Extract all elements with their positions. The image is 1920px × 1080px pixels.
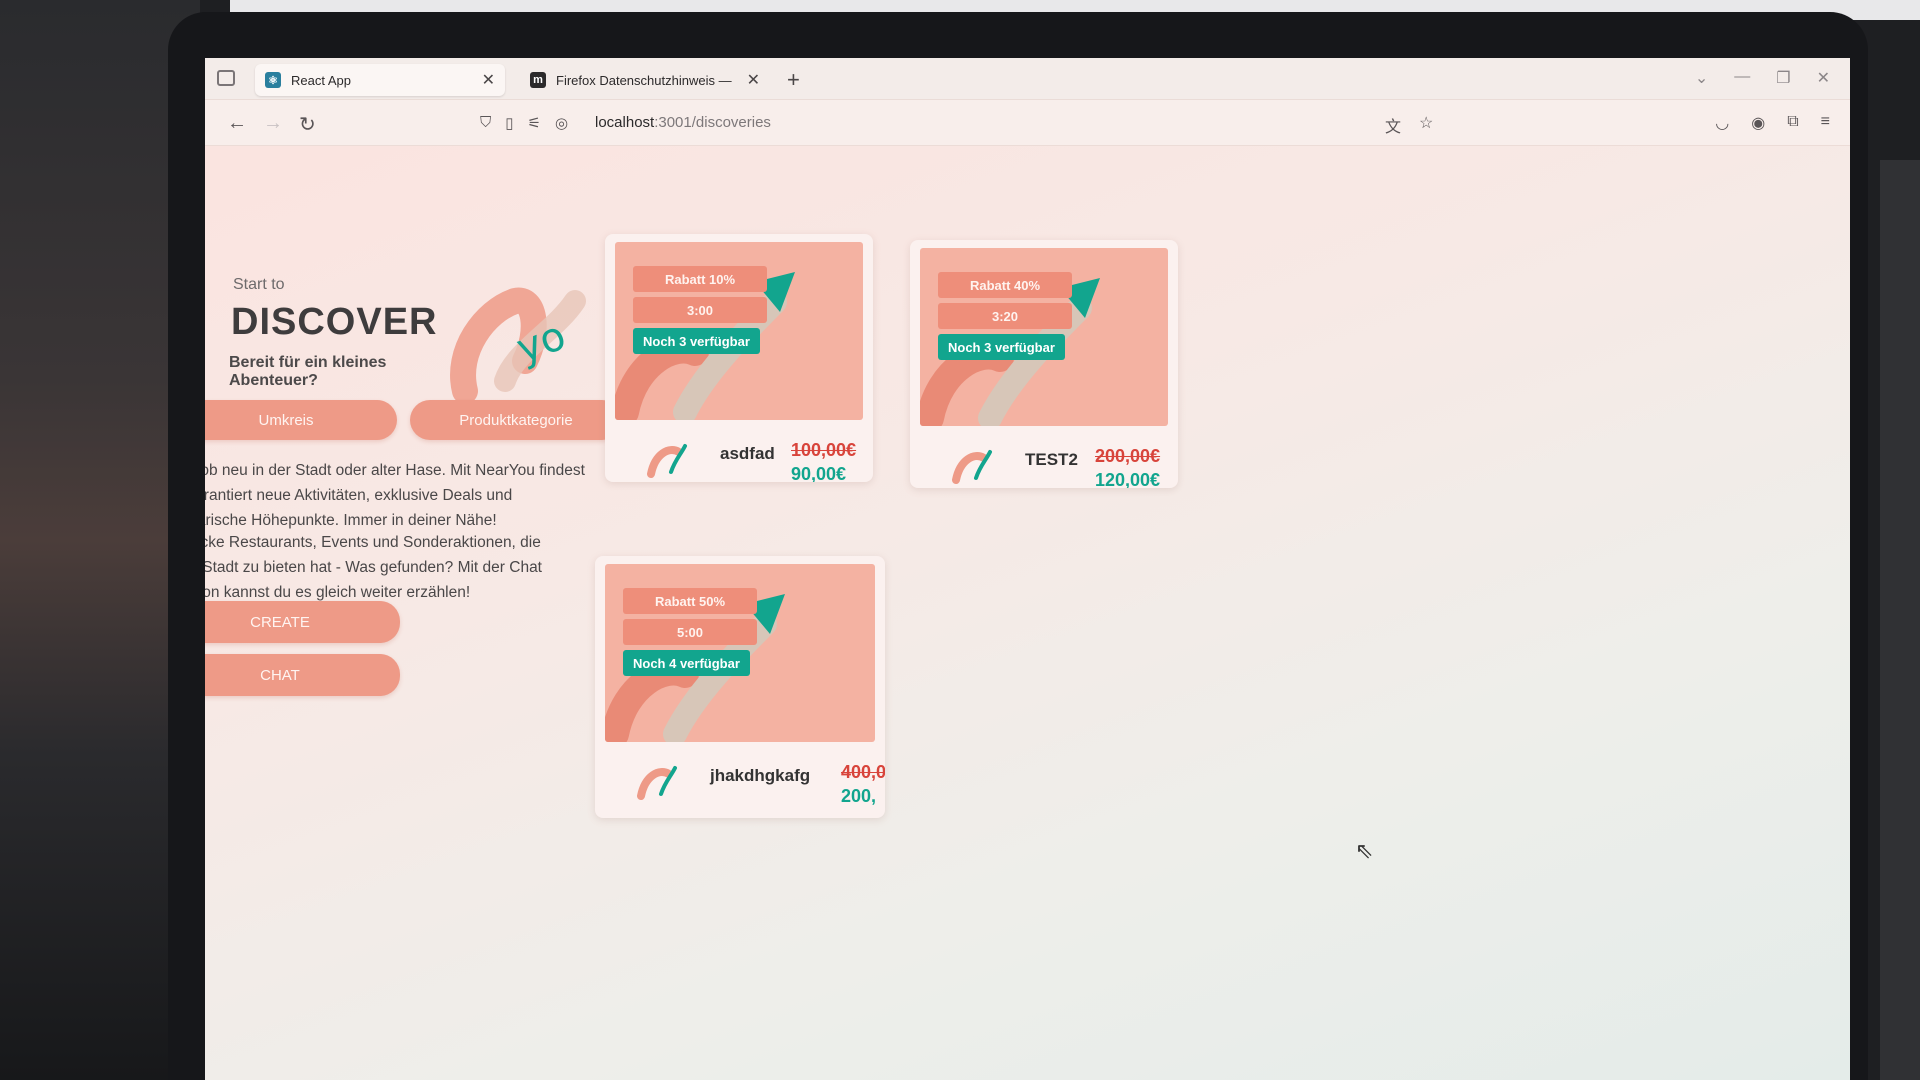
url-path: :3001/discoveries <box>654 114 771 131</box>
bookmark-star-icon[interactable]: ☆ <box>1419 113 1433 137</box>
browser-window: ⚛ React App ✕ m Firefox Datenschutzhinwe… <box>205 58 1850 1080</box>
chevron-down-icon[interactable]: ⌄ <box>1695 68 1708 88</box>
tab-firefox-privacy[interactable]: m Firefox Datenschutzhinweis — ✕ <box>520 64 770 96</box>
close-icon[interactable]: ✕ <box>747 70 760 90</box>
discount-badge: Rabatt 10% <box>633 266 767 292</box>
deal-footer: jhakdhgkafg 400,0 200, <box>595 748 885 818</box>
url-bar[interactable]: localhost:3001/discoveries <box>595 114 771 131</box>
minimize-icon[interactable]: — <box>1734 68 1750 88</box>
page-icon[interactable]: ▯ <box>505 114 513 132</box>
pocket-icon[interactable]: ◡ <box>1715 113 1729 133</box>
shield-icon[interactable]: ⛉ <box>480 114 491 132</box>
permissions-icon[interactable]: ⚟ <box>528 114 541 132</box>
react-favicon-icon: ⚛ <box>265 72 281 88</box>
create-button[interactable]: CREATE <box>205 601 400 643</box>
intro-paragraph: Egal ob neu in der Stadt oder alter Hase… <box>205 462 585 529</box>
vendor-logo-icon <box>637 766 677 800</box>
url-host: localhost <box>595 114 655 131</box>
tab-list-icon[interactable] <box>217 70 235 86</box>
toolbar-icons: ◡ ◉ ⧉ ≡ <box>1715 113 1830 133</box>
timer-badge: 3:20 <box>938 303 1072 329</box>
discount-badge: Rabatt 40% <box>938 272 1072 298</box>
hero-logo-art: yo <box>450 287 586 404</box>
page-title: DISCOVER <box>231 301 438 343</box>
umkreis-filter-button[interactable]: Umkreis <box>205 400 397 440</box>
desk-background-right <box>1880 160 1920 1080</box>
tab-label: Firefox Datenschutzhinweis — <box>556 72 732 88</box>
forward-icon[interactable]: → <box>263 112 283 135</box>
old-price: 100,00€ <box>791 440 857 460</box>
account-icon[interactable]: ◉ <box>1751 113 1765 133</box>
discoveries-page: Start to DISCOVER Bereit für ein kleines… <box>205 146 1850 1080</box>
close-icon[interactable]: ✕ <box>482 70 495 90</box>
back-icon[interactable]: ← <box>227 112 247 135</box>
close-window-icon[interactable]: ✕ <box>1817 68 1830 88</box>
location-icon[interactable]: ◎ <box>555 114 568 132</box>
deal-footer: asdfad 100,00€ 90,00€ <box>605 426 873 482</box>
old-price: 200,00€ <box>1095 446 1161 466</box>
deal-image: Rabatt 50% 5:00 Noch 4 verfügbar <box>605 564 875 742</box>
deal-card[interactable]: Rabatt 40% 3:20 Noch 3 verfügbar TEST2 2… <box>910 240 1178 488</box>
tab-label: React App <box>291 72 351 88</box>
deal-card[interactable]: Rabatt 10% 3:00 Noch 3 verfügbar asdfad … <box>605 234 873 482</box>
tab-react-app[interactable]: ⚛ React App ✕ <box>255 64 505 96</box>
deal-name: jhakdhgkafg <box>710 766 811 785</box>
deal-footer: TEST2 200,00€ 120,00€ <box>910 432 1178 488</box>
availability-badge: Noch 3 verfügbar <box>633 328 760 354</box>
produktkategorie-filter-button[interactable]: Produktkategorie <box>410 400 622 440</box>
tab-bar: ⚛ React App ✕ m Firefox Datenschutzhinwe… <box>205 58 1850 100</box>
chat-button[interactable]: CHAT <box>205 654 400 696</box>
restore-icon[interactable]: ❐ <box>1776 68 1790 88</box>
url-security-icons: ⛉ ▯ ⚟ ◎ <box>480 114 568 132</box>
start-to-label: Start to <box>233 276 285 293</box>
vendor-logo-icon <box>952 450 992 484</box>
features-paragraph: Entdecke Restaurants, Events und Sondera… <box>205 534 542 601</box>
navigation-bar: ← → ↻ ⛉ ▯ ⚟ ◎ localhost:3001/discoveries… <box>205 100 1850 146</box>
window-controls: ⌄ — ❐ ✕ <box>1695 68 1830 88</box>
deal-name: TEST2 <box>1025 450 1078 469</box>
vendor-logo-icon <box>647 444 687 478</box>
new-tab-icon[interactable]: + <box>787 67 800 93</box>
timer-badge: 3:00 <box>633 297 767 323</box>
deal-name: asdfad <box>720 444 775 463</box>
availability-badge: Noch 3 verfügbar <box>938 334 1065 360</box>
extensions-icon[interactable]: ⧉ <box>1787 113 1798 133</box>
deal-card[interactable]: Rabatt 50% 5:00 Noch 4 verfügbar jhakdhg… <box>595 556 885 818</box>
new-price: 90,00€ <box>791 464 847 482</box>
discount-badge: Rabatt 50% <box>623 588 757 614</box>
deal-image: Rabatt 40% 3:20 Noch 3 verfügbar <box>920 248 1168 426</box>
mouse-cursor-icon: ⇖ <box>1355 838 1374 863</box>
reload-icon[interactable]: ↻ <box>299 112 316 137</box>
new-price: 120,00€ <box>1095 470 1161 488</box>
translate-icon[interactable]: 文 <box>1385 113 1401 137</box>
page-subtitle: Bereit für ein kleines Abenteuer? <box>229 354 387 389</box>
menu-icon[interactable]: ≡ <box>1821 113 1830 133</box>
new-price: 200, <box>841 786 877 806</box>
url-actions: 文 ☆ <box>1385 113 1433 137</box>
deal-image: Rabatt 10% 3:00 Noch 3 verfügbar <box>615 242 863 420</box>
mozilla-favicon-icon: m <box>530 72 546 88</box>
availability-badge: Noch 4 verfügbar <box>623 650 750 676</box>
timer-badge: 5:00 <box>623 619 757 645</box>
old-price: 400,0 <box>841 762 885 782</box>
